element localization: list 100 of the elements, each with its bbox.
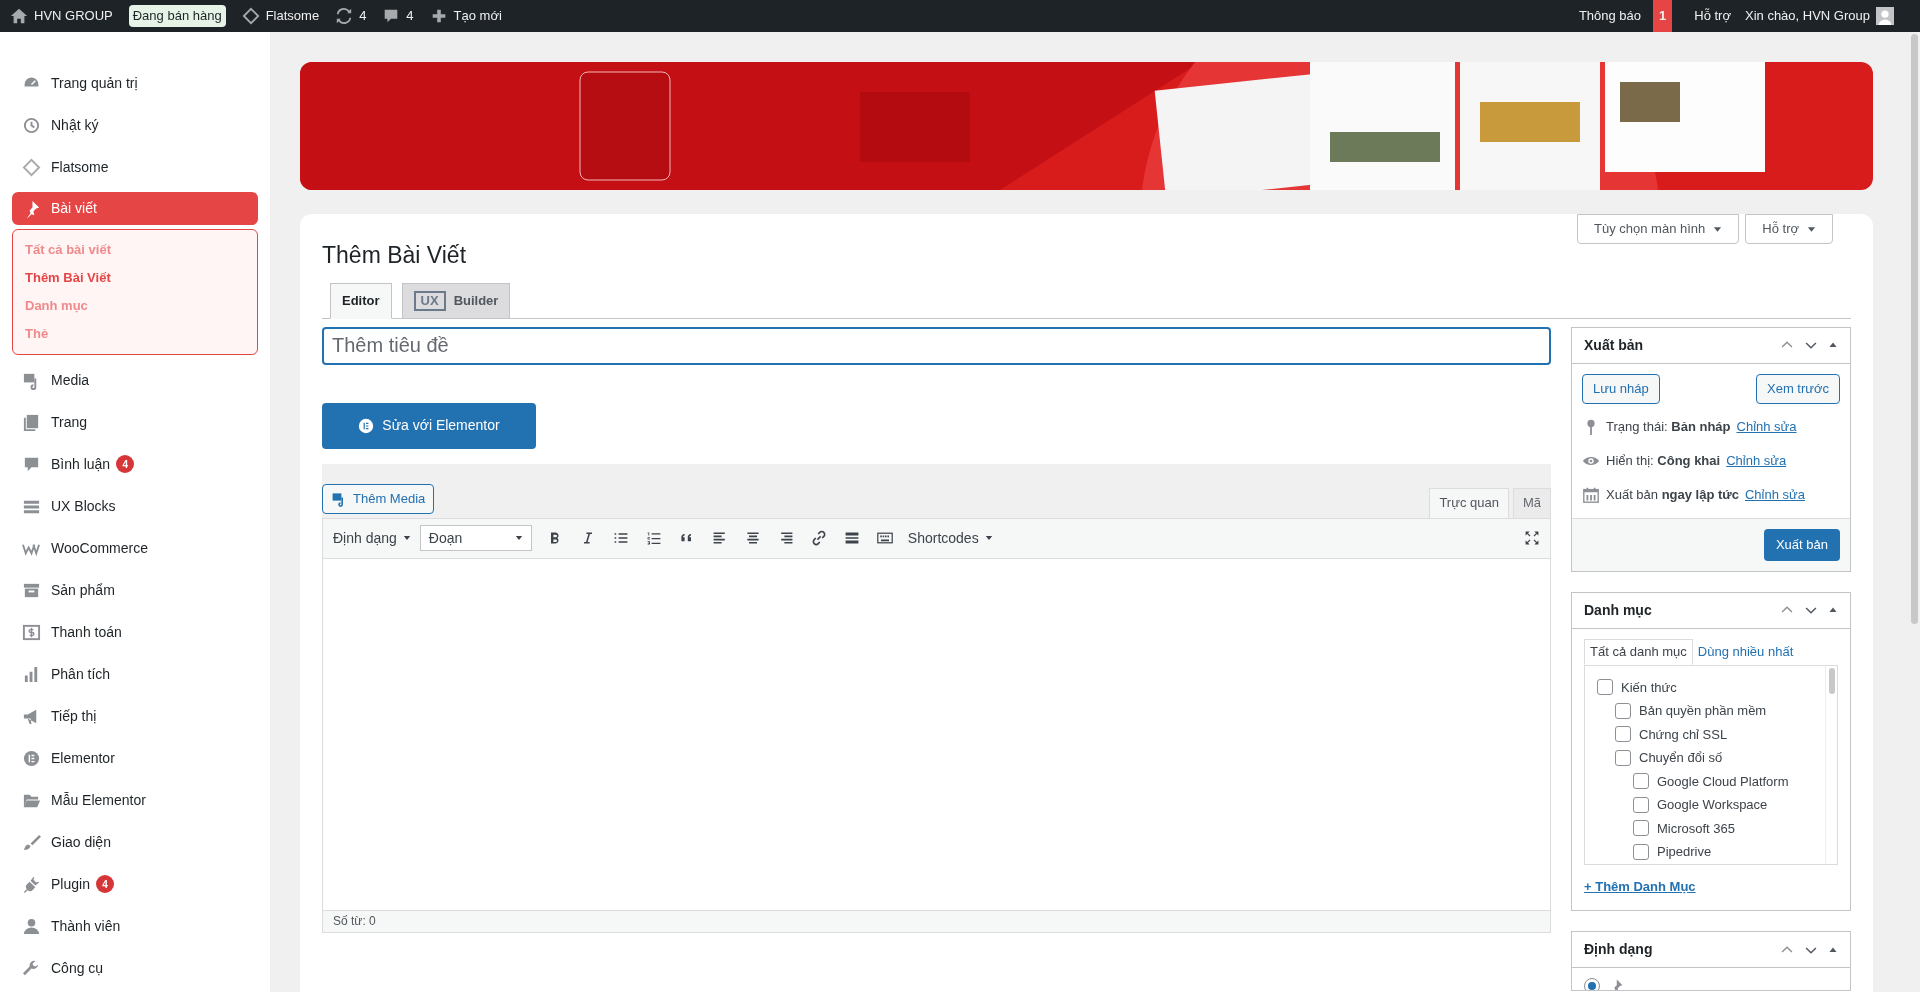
add-media-button[interactable]: Thêm Media (322, 483, 435, 514)
sidebar-item[interactable]: Flatsome (12, 146, 258, 188)
elementor-icon (22, 748, 41, 768)
sidebar-item[interactable]: Trang quản trị (12, 62, 258, 104)
sidebar-item[interactable]: Bình luận 4 (12, 443, 258, 485)
sidebar-item[interactable]: Sản phẩm (12, 569, 258, 611)
refresh-icon (335, 7, 354, 25)
bullet-list-icon[interactable] (612, 530, 629, 546)
save-draft-button[interactable]: Lưu nháp (1582, 373, 1660, 404)
editor-mode-tab[interactable]: Mã (1512, 487, 1551, 518)
checkbox[interactable] (1633, 820, 1649, 837)
theme-link[interactable]: Flatsome (241, 6, 320, 26)
sidebar-item[interactable]: Nhật ký (12, 104, 258, 146)
count-badge: 4 (95, 875, 114, 893)
sidebar-item[interactable]: Công cụ (12, 947, 258, 989)
checkbox[interactable] (1615, 726, 1631, 743)
sidebar-item[interactable]: Tiếp thị (12, 695, 258, 737)
box-title: Danh mục (1584, 600, 1652, 620)
sidebar-item[interactable]: Thành viên (12, 905, 258, 947)
link-icon[interactable] (810, 530, 827, 546)
page-title: Thêm Bài Viết (322, 241, 468, 270)
format-menu[interactable]: Định dạng (333, 527, 411, 549)
fullscreen-icon[interactable] (1524, 530, 1540, 546)
help-link[interactable]: Hỗ trợ (1694, 6, 1731, 26)
scrollbar[interactable] (1910, 34, 1918, 624)
category-label: Microsoft 365 (1657, 819, 1736, 838)
sidebar-item[interactable]: UX Blocks (12, 485, 258, 527)
sidebar-item[interactable]: Media (12, 359, 258, 401)
publish-setting: Xuất bản ngay lập tức (1606, 485, 1739, 504)
editor-tab[interactable]: Editor (330, 282, 392, 319)
caret-icon (402, 534, 411, 542)
submenu-item[interactable]: Thêm Bài Viết (13, 264, 257, 292)
sidebar-item[interactable]: Giao diện (12, 821, 258, 863)
category-label: Pipedrive (1657, 843, 1712, 861)
category-label: Bản quyền phần mềm (1639, 702, 1767, 720)
align-center-icon[interactable] (744, 530, 761, 546)
elementor-icon (358, 417, 375, 434)
category-tab[interactable]: Tất cả danh mục (1584, 638, 1693, 665)
dropdown-button[interactable]: Tùy chọn màn hình (1577, 214, 1740, 244)
keyboard-icon[interactable] (876, 530, 893, 546)
site-name-link[interactable]: HVN GROUP (10, 6, 113, 26)
scrollbar[interactable] (1828, 667, 1835, 694)
numbered-list-icon[interactable] (645, 530, 662, 546)
category-label: Google Cloud Platform (1657, 772, 1789, 791)
updates-link[interactable]: 4 (335, 6, 367, 26)
caret-icon (1807, 224, 1816, 234)
publish-setting: Trạng thái: Bản nháp (1606, 417, 1731, 436)
edit-link[interactable]: Chỉnh sửa (1736, 416, 1797, 437)
editor-mode-tab[interactable]: Trực quan (1429, 487, 1509, 518)
checkbox[interactable] (1615, 749, 1631, 766)
category-label: Kiến thức (1621, 678, 1677, 697)
checkbox[interactable] (1633, 843, 1649, 860)
read-more-icon[interactable] (843, 530, 860, 546)
status-badge: Đang bán hàng (128, 5, 226, 27)
publish-button[interactable]: Xuất bản (1763, 528, 1840, 561)
shortcodes-menu[interactable]: Shortcodes (907, 527, 993, 549)
category-tab[interactable]: Dùng nhiều nhất (1692, 638, 1799, 665)
sidebar-item[interactable]: Thanh toán (12, 611, 258, 653)
dollar-icon (22, 622, 41, 642)
calendar-icon (1582, 485, 1600, 504)
add-category-link[interactable]: + Thêm Danh Mục (1584, 876, 1696, 896)
caret-icon (984, 534, 993, 542)
sidebar-item[interactable]: Elementor (12, 737, 258, 779)
sidebar-item[interactable]: Plugin 4 (12, 863, 258, 905)
category-label: Chuyển đổi số (1639, 749, 1723, 767)
edit-link[interactable]: Chỉnh sửa (1745, 484, 1805, 505)
title-field[interactable]: Thêm tiêu đề (322, 326, 1551, 365)
checkbox[interactable] (1633, 796, 1649, 813)
word-count: Số từ: 0 (333, 913, 376, 930)
editor-tab[interactable]: UX Builder (401, 282, 511, 319)
diamond-icon (22, 157, 41, 177)
house-icon (10, 7, 28, 25)
ux-tag: UX (413, 290, 446, 311)
block-format-select[interactable]: Đoạn (419, 525, 532, 551)
checkbox[interactable] (1615, 702, 1631, 719)
caret-icon (514, 534, 523, 542)
plug-icon (22, 874, 41, 894)
user-icon (22, 916, 41, 936)
preview-button[interactable]: Xem trước (1756, 373, 1840, 404)
sidebar-item[interactable]: Mẫu Elementor (12, 779, 258, 821)
category-label: Google Workspace (1657, 796, 1768, 814)
edit-link[interactable]: Chỉnh sửa (1726, 450, 1787, 471)
history-icon (22, 115, 41, 135)
checkbox[interactable] (1633, 773, 1649, 790)
sidebar-item[interactable]: WooCommerce (12, 527, 258, 569)
box-title: Định dạng (1584, 940, 1653, 959)
comments-link[interactable]: 4 (382, 6, 414, 26)
align-left-icon[interactable] (711, 530, 728, 546)
box-title: Xuất bản (1584, 335, 1644, 355)
avatar-icon (1876, 7, 1894, 25)
sidebar-item[interactable]: Bài viết (12, 192, 258, 225)
edit-with-elementor-button[interactable]: Sửa với Elementor (322, 402, 536, 449)
dropdown-button[interactable]: Hỗ trợ (1745, 214, 1833, 244)
notifications-link[interactable]: Thông báo (1578, 0, 1642, 32)
checkbox[interactable] (1597, 679, 1613, 696)
new-link[interactable]: Tạo mới (429, 6, 502, 26)
sidebar-item[interactable]: Trang (12, 401, 258, 443)
sidebar-item[interactable]: Phân tích (12, 653, 258, 695)
account-menu[interactable]: Xin chào, HVN Group (1745, 6, 1894, 26)
brush-icon (22, 832, 41, 852)
